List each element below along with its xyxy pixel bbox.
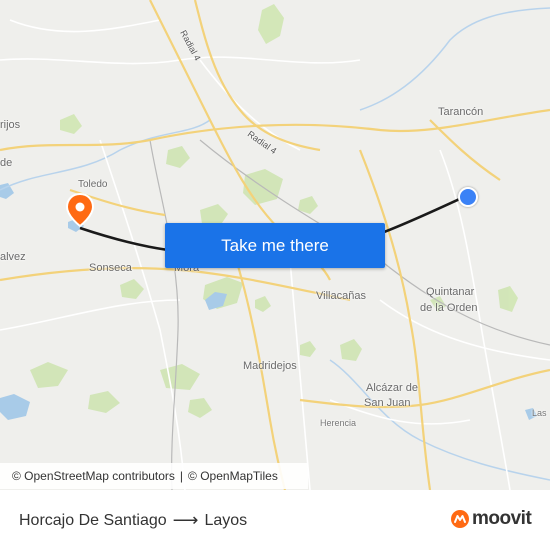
origin-name: Horcajo De Santiago <box>19 511 167 529</box>
place-label-sonseca: Sonseca <box>89 262 132 274</box>
take-me-there-button[interactable]: Take me there <box>165 223 385 268</box>
place-label-de: de <box>0 157 13 169</box>
moovit-logo-icon <box>451 510 469 528</box>
map-view[interactable]: Tarancón Toledo Sonseca Mora Villacañas … <box>0 0 550 490</box>
attribution-separator: | <box>179 469 184 483</box>
place-label-alcazar-line2: San Juan <box>364 397 411 409</box>
place-label-quintanar-line2: de la Orden <box>420 302 478 314</box>
place-label-tarancon: Tarancón <box>438 106 484 118</box>
origin-marker[interactable] <box>458 187 478 207</box>
moovit-wordmark: moovit <box>472 508 532 529</box>
osm-attribution-link[interactable]: © OpenStreetMap contributors <box>12 469 175 483</box>
destination-pin-icon[interactable] <box>64 192 96 228</box>
arrow-right-icon: ⟶ <box>172 510 199 530</box>
place-label-las: Las <box>532 408 547 418</box>
place-label-alvez: alvez <box>0 251 26 263</box>
moovit-logo: moovit <box>450 508 532 530</box>
openmaptiles-attribution-link[interactable]: © OpenMapTiles <box>188 469 278 483</box>
place-label-toledo: Toledo <box>78 179 108 190</box>
place-label-madridejos: Madridejos <box>243 360 297 372</box>
destination-name: Layos <box>204 511 248 529</box>
place-label-villacanas: Villacañas <box>316 290 366 302</box>
place-label-alcazar-line1: Alcázar de <box>366 382 418 394</box>
place-label-rijos: rijos <box>0 119 21 131</box>
place-label-herencia: Herencia <box>320 418 357 428</box>
map-attribution: © OpenStreetMap contributors | © OpenMap… <box>0 463 308 489</box>
place-label-quintanar-line1: Quintanar <box>426 286 475 298</box>
route-summary: Horcajo De Santiago ⟶ Layos <box>19 510 247 531</box>
